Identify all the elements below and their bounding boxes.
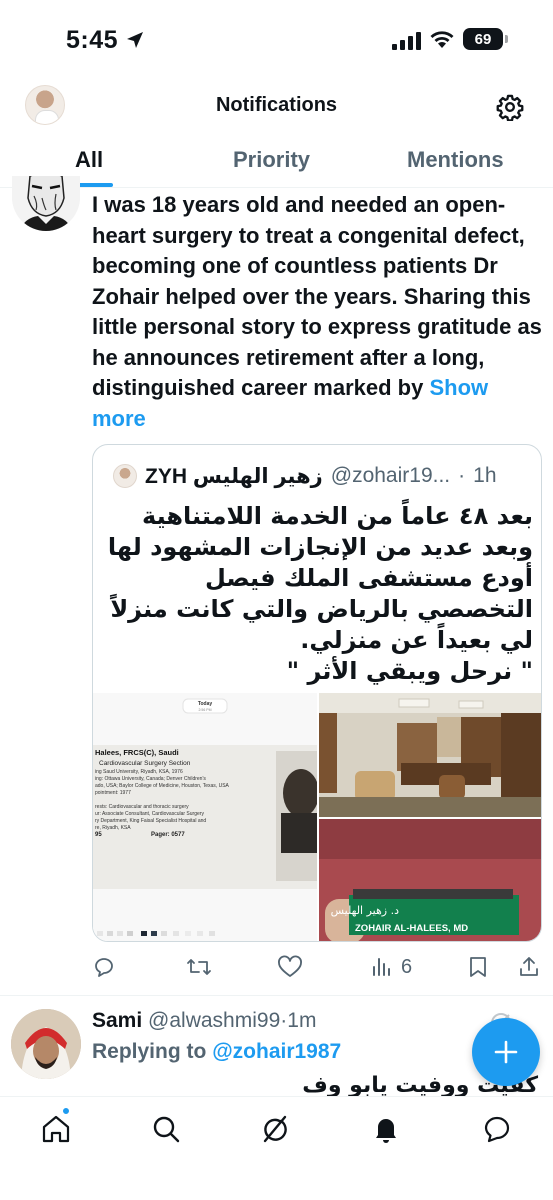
battery-level: 69 bbox=[474, 30, 492, 48]
bottom-navigation bbox=[0, 1096, 553, 1200]
replying-to: Replying to @zohair1987 bbox=[92, 1040, 341, 1064]
status-bar: 5:45 69 bbox=[0, 0, 553, 82]
tweet-author-avatar[interactable] bbox=[12, 176, 80, 231]
retweet-icon bbox=[187, 959, 211, 975]
notification-tabs: All Priority Mentions bbox=[0, 140, 553, 188]
tweet2-author-name[interactable]: Sami bbox=[92, 1009, 142, 1032]
battery-icon: 69 bbox=[463, 28, 503, 50]
tweet2-author-avatar[interactable] bbox=[11, 1009, 81, 1079]
bookmark-button[interactable] bbox=[467, 950, 489, 984]
doc-time: 2:56 PM bbox=[198, 708, 211, 712]
tweet2-header: Sami @alwashmi99·1m bbox=[92, 1009, 316, 1033]
share-icon bbox=[520, 957, 538, 976]
plus-icon bbox=[494, 1040, 518, 1064]
doc-line-7: ry Department, King Faisal Specialist Ho… bbox=[95, 818, 206, 824]
views-button[interactable]: 6 bbox=[371, 950, 412, 984]
tweet2-time: 1m bbox=[287, 1009, 317, 1032]
quote-time: 1h bbox=[473, 464, 497, 487]
doc-line-2: ing: Ottawa University, Canada; Denver C… bbox=[95, 776, 206, 782]
share-button[interactable] bbox=[517, 950, 541, 984]
tab-mentions[interactable]: Mentions bbox=[407, 147, 504, 173]
battery-cap bbox=[505, 35, 508, 43]
messages-icon[interactable] bbox=[481, 1113, 513, 1145]
reply-button[interactable] bbox=[92, 950, 116, 984]
replying-to-handle[interactable]: @zohair1987 bbox=[212, 1040, 341, 1063]
doc-section: Cardiovascular Surgery Section bbox=[99, 760, 191, 767]
quote-author-name[interactable]: ZYH زهير الهليس bbox=[145, 464, 323, 489]
media-office-photo[interactable] bbox=[319, 693, 541, 817]
home-unread-dot bbox=[62, 1107, 70, 1115]
quote-author-avatar[interactable] bbox=[113, 464, 137, 488]
like-button[interactable] bbox=[277, 950, 303, 984]
bookmark-icon bbox=[470, 957, 486, 977]
tweet2-author-handle[interactable]: @alwashmi99 bbox=[148, 1009, 280, 1032]
doc-line-4: pointment: 1977 bbox=[95, 790, 131, 796]
tweet[interactable]: Sami @alwashmi99·1m Replying to @zohair1… bbox=[0, 997, 553, 1097]
page-title: Notifications bbox=[215, 94, 338, 116]
signal-icon bbox=[392, 32, 421, 50]
doc-line-8: re, Riyadh, KSA bbox=[95, 825, 131, 831]
doc-line-6: ur: Associate Consultant, Cardiovascular… bbox=[95, 811, 204, 817]
heart-icon bbox=[278, 955, 302, 977]
home-icon[interactable] bbox=[40, 1113, 72, 1145]
nameplate-english: ZOHAIR AL-HALEES, MD bbox=[355, 923, 468, 934]
office-photo-image bbox=[319, 693, 541, 817]
search-icon[interactable] bbox=[150, 1113, 182, 1145]
doc-line-5: rests: Cardiovascular and thoracic surge… bbox=[95, 804, 189, 810]
tweet-body: I was 18 years old and needed an open-he… bbox=[92, 192, 542, 400]
reply-icon bbox=[95, 958, 113, 977]
tab-all[interactable]: All bbox=[75, 147, 103, 173]
tweet[interactable]: I was 18 years old and needed an open-he… bbox=[0, 176, 553, 996]
views-count: 6 bbox=[401, 955, 413, 978]
notifications-icon[interactable] bbox=[370, 1113, 402, 1145]
tab-priority[interactable]: Priority bbox=[233, 147, 310, 173]
sami-portrait-image bbox=[11, 1009, 81, 1079]
doc-line-1: ing Saud University, Riyadh, KSA, 1976 bbox=[95, 769, 183, 775]
replying-to-label: Replying to bbox=[92, 1040, 207, 1063]
document-photo-image: Today 2:56 PM Halees, FRCS(C), Saudi Car… bbox=[93, 693, 317, 941]
views-icon bbox=[373, 958, 390, 976]
tweet-text: I was 18 years old and needed an open-he… bbox=[92, 190, 544, 434]
media-document-photo[interactable]: Today 2:56 PM Halees, FRCS(C), Saudi Car… bbox=[93, 693, 317, 941]
nameplate-arabic: د. زهير الهليس bbox=[331, 904, 399, 917]
nameplate-photo-image: د. زهير الهليس ZOHAIR AL-HALEES, MD bbox=[319, 819, 541, 941]
quote-text: بعد ٤٨ عاماً من الخدمة اللامتناهية وبعد … bbox=[107, 502, 533, 685]
retweet-button[interactable] bbox=[186, 950, 212, 984]
location-arrow-icon bbox=[127, 32, 143, 48]
author-portrait-image bbox=[12, 176, 80, 231]
quote-author-handle[interactable]: @zohair19... bbox=[331, 464, 450, 488]
status-time: 5:45 bbox=[66, 26, 119, 54]
wifi-icon bbox=[430, 31, 454, 48]
doc-today: Today bbox=[198, 701, 213, 707]
doc-line-3: ado, USA; Baylor College of Medicine, Ho… bbox=[95, 783, 230, 789]
quote-media-grid: Today 2:56 PM Halees, FRCS(C), Saudi Car… bbox=[93, 693, 541, 941]
grok-icon[interactable] bbox=[259, 1113, 291, 1145]
compose-button[interactable] bbox=[472, 1018, 540, 1086]
doc-number: 95 bbox=[95, 832, 102, 838]
quote-dot-separator: · bbox=[458, 464, 466, 487]
media-nameplate-photo[interactable]: د. زهير الهليس ZOHAIR AL-HALEES, MD bbox=[319, 819, 541, 941]
gear-icon[interactable] bbox=[496, 93, 524, 121]
tweet-action-bar: 6 bbox=[92, 950, 544, 984]
quoted-tweet[interactable]: ZYH زهير الهليس @zohair19... · 1h بعد ٤٨… bbox=[92, 444, 542, 942]
doc-pager: Pager: 0577 bbox=[151, 832, 185, 838]
quote-header: ZYH زهير الهليس @zohair19... · 1h bbox=[113, 461, 533, 491]
doc-name: Halees, FRCS(C), Saudi bbox=[95, 748, 179, 757]
header: Notifications bbox=[0, 82, 553, 128]
